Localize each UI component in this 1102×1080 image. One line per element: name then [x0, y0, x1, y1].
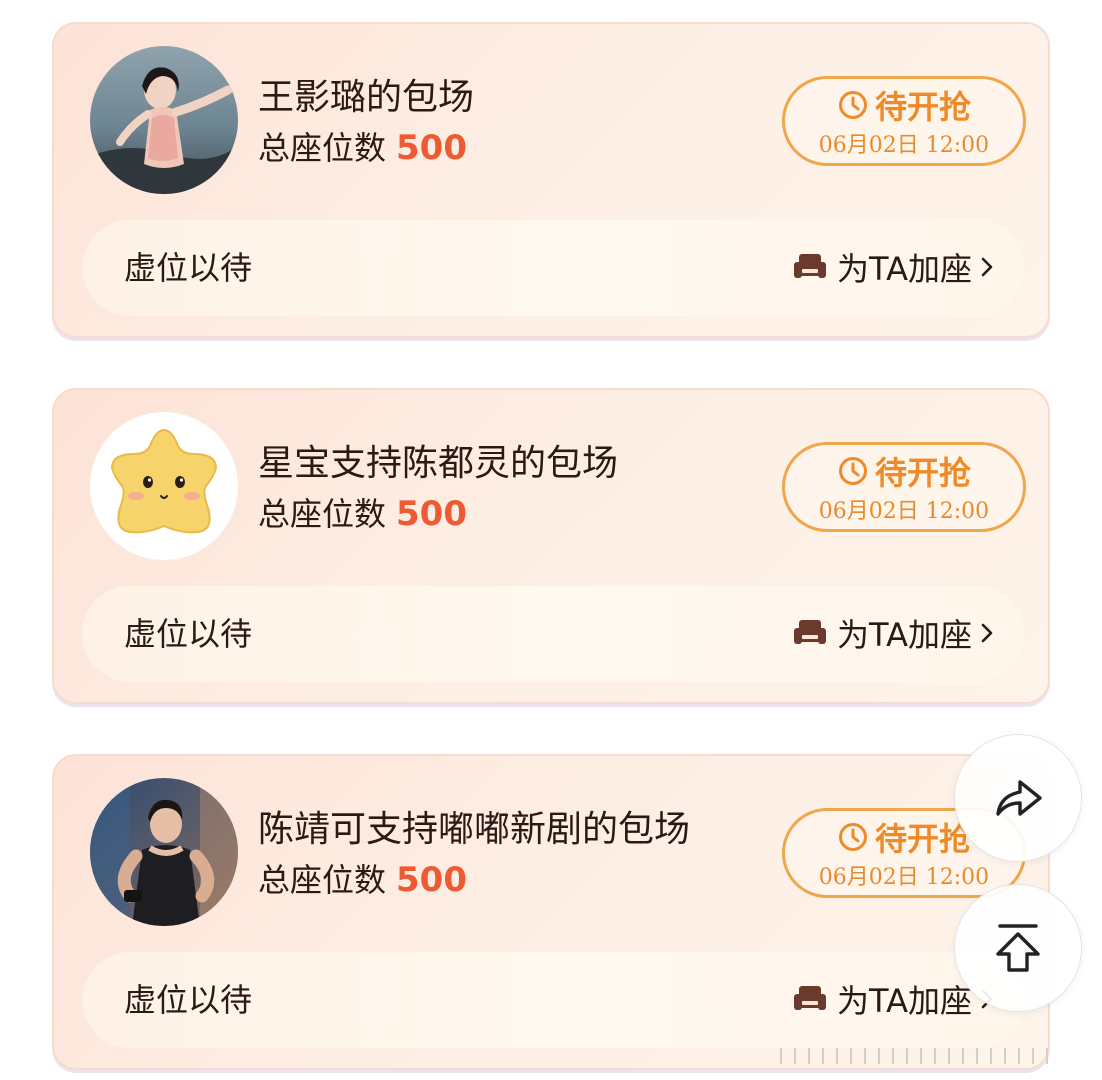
status-label: 待开抢: [874, 88, 971, 126]
add-seat-label: 为TA加座: [837, 616, 972, 654]
add-seat-button[interactable]: 为TA加座: [793, 982, 994, 1020]
share-button[interactable]: [954, 734, 1082, 862]
seat-bar: 虚位以待 为TA加座: [82, 220, 1024, 316]
scroll-indicator: [780, 1048, 1060, 1064]
avatar[interactable]: [90, 412, 238, 560]
add-seat-label: 为TA加座: [837, 250, 972, 288]
sofa-icon: [793, 984, 827, 1018]
empty-seat-label: 虚位以待: [124, 249, 253, 287]
total-seats-label: 总座位数: [258, 495, 387, 533]
live-session-card[interactable]: 王影璐的包场 总座位数 500 待开抢 06月02日 12:00 虚位以待 为TA…: [52, 22, 1050, 338]
empty-seat-label: 虚位以待: [124, 981, 253, 1019]
seat-bar: 虚位以待 为TA加座: [82, 586, 1024, 682]
card-title: 王影璐的包场: [258, 77, 475, 118]
status-pill[interactable]: 待开抢 06月02日 12:00: [782, 76, 1026, 166]
total-seats-count: 500: [396, 494, 467, 534]
total-seats: 总座位数 500: [258, 858, 467, 902]
total-seats-count: 500: [396, 860, 467, 900]
clock-icon: [837, 89, 869, 125]
back-to-top-button[interactable]: [954, 884, 1082, 1012]
back-to-top-icon: [996, 924, 1040, 972]
live-session-card[interactable]: 星宝支持陈都灵的包场 总座位数 500 待开抢 06月02日 12:00 虚位以待…: [52, 388, 1050, 704]
status-pill[interactable]: 待开抢 06月02日 12:00: [782, 442, 1026, 532]
card-title: 星宝支持陈都灵的包场: [258, 443, 619, 484]
chevron-right-icon: [980, 621, 994, 649]
chevron-right-icon: [980, 255, 994, 283]
man-portrait-avatar: [90, 778, 238, 926]
total-seats-label: 总座位数: [258, 129, 387, 167]
total-seats: 总座位数 500: [258, 492, 467, 536]
status-time: 06月02日 12:00: [818, 865, 990, 890]
live-session-card[interactable]: 陈靖可支持嘟嘟新剧的包场 总座位数 500 待开抢 06月02日 12:00 虚位…: [52, 754, 1050, 1070]
clock-icon: [837, 455, 869, 491]
total-seats-label: 总座位数: [258, 861, 387, 899]
total-seats-count: 500: [396, 128, 467, 168]
status-time: 06月02日 12:00: [818, 499, 990, 524]
avatar[interactable]: [90, 778, 238, 926]
add-seat-button[interactable]: 为TA加座: [793, 250, 994, 288]
add-seat-button[interactable]: 为TA加座: [793, 616, 994, 654]
empty-seat-label: 虚位以待: [124, 615, 253, 653]
status-time: 06月02日 12:00: [818, 133, 990, 158]
share-arrow-icon: [996, 780, 1042, 816]
add-seat-label: 为TA加座: [837, 982, 972, 1020]
clock-icon: [837, 821, 869, 857]
total-seats: 总座位数 500: [258, 126, 467, 170]
star-mascot-avatar: [90, 412, 238, 560]
avatar[interactable]: [90, 46, 238, 194]
seat-bar: 虚位以待 为TA加座: [82, 952, 1024, 1048]
card-title: 陈靖可支持嘟嘟新剧的包场: [258, 809, 691, 850]
woman-portrait-avatar: [90, 46, 238, 194]
sofa-icon: [793, 252, 827, 286]
sofa-icon: [793, 618, 827, 652]
status-label: 待开抢: [874, 820, 971, 858]
status-label: 待开抢: [874, 454, 971, 492]
